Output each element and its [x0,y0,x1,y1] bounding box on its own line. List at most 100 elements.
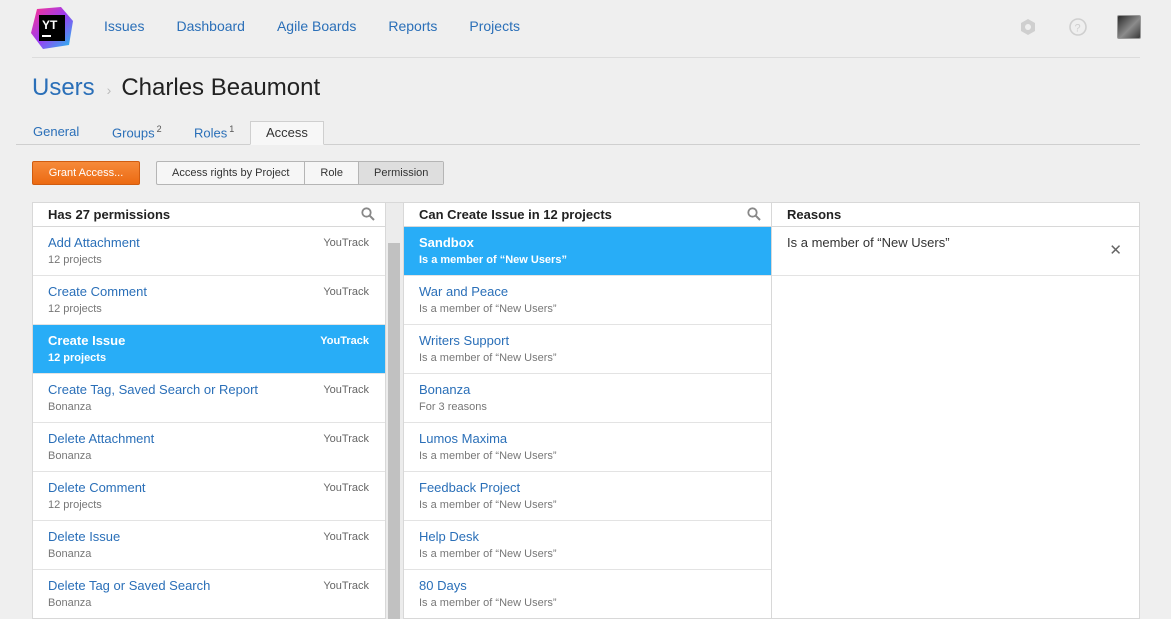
project-name: Feedback Project [419,480,521,495]
permission-name: Delete Comment [48,480,146,495]
permissions-header-label: Has 27 permissions [48,207,171,222]
permission-source: YouTrack [323,531,369,543]
main-nav: Issues Dashboard Agile Boards Reports Pr… [104,18,552,34]
tab-count: 1 [229,124,235,134]
breadcrumb: Users › Charles Beaumont [32,74,320,102]
tab-groups[interactable]: Groups 2 [112,124,162,140]
reason-row: Is a member of “New Users” ✕ [772,227,1139,276]
nav-issues[interactable]: Issues [104,18,144,34]
permissions-scrollbar[interactable] [386,202,403,619]
view-mode-switch: Access rights by Project Role Permission [156,161,445,185]
permission-name: Create Tag, Saved Search or Report [48,382,259,397]
permission-name: Delete Tag or Saved Search [48,578,211,593]
permission-source: YouTrack [323,580,369,592]
svg-text:?: ? [1075,23,1081,35]
permission-scope: 12 projects [48,254,102,266]
permission-scope: 12 projects [48,303,102,315]
help-icon[interactable]: ? [1067,16,1089,38]
youtrack-logo[interactable]: YT [31,7,73,49]
tab-access[interactable]: Access [250,121,324,145]
nav-dashboard[interactable]: Dashboard [176,18,245,34]
project-row[interactable]: Help Desk Is a member of “New Users” [404,521,771,570]
top-icons: ? [989,15,1141,39]
close-icon[interactable]: ✕ [1109,241,1122,259]
permission-scope: Bonanza [48,548,92,560]
search-icon[interactable] [361,207,375,221]
search-icon[interactable] [747,207,761,221]
projects-panel: Can Create Issue in 12 projects Sandbox I… [403,202,772,619]
page-title: Charles Beaumont [121,74,321,101]
permission-scope: Bonanza [48,597,92,609]
permission-source: YouTrack [320,335,369,347]
project-row[interactable]: 80 Days Is a member of “New Users” [404,570,771,618]
mode-role[interactable]: Role [305,162,359,184]
permissions-header: Has 27 permissions [33,203,385,227]
project-reason: Is a member of “New Users” [419,548,557,560]
project-name: Lumos Maxima [419,431,508,446]
tab-label: Roles [194,125,228,141]
permission-row[interactable]: Add Attachment 12 projects YouTrack [33,227,385,276]
permission-source: YouTrack [323,286,369,298]
permission-source: YouTrack [323,384,369,396]
permission-name: Delete Attachment [48,431,155,446]
settings-icon[interactable] [1017,16,1039,38]
reasons-header: Reasons [772,203,1139,227]
permission-scope: Bonanza [48,450,92,462]
permission-source: YouTrack [323,237,369,249]
logo-text: YT [42,18,58,32]
permission-row[interactable]: Delete Attachment Bonanza YouTrack [33,423,385,472]
tab-general[interactable]: General [33,124,79,139]
project-reason: Is a member of “New Users” [419,254,567,266]
project-name: Writers Support [419,333,510,348]
reason-text: Is a member of “New Users” [787,235,950,250]
permission-scope: Bonanza [48,401,92,413]
tab-bar: General Groups 2 Roles 1 Access [16,121,1140,145]
project-row[interactable]: Writers Support Is a member of “New Users… [404,325,771,374]
project-name: 80 Days [419,578,467,593]
permission-row-selected[interactable]: Create Issue 12 projects YouTrack [33,325,385,374]
tab-label: General [33,124,80,139]
permission-row[interactable]: Delete Tag or Saved Search Bonanza YouTrac… [33,570,385,618]
grant-access-button[interactable]: Grant Access... [32,161,140,185]
permission-row[interactable]: Create Comment 12 projects YouTrack [33,276,385,325]
permission-source: YouTrack [323,482,369,494]
project-reason: For 3 reasons [419,401,487,413]
project-name: Sandbox [419,235,474,250]
tab-label: Access [266,125,308,140]
scrollbar-thumb[interactable] [388,243,400,619]
project-row[interactable]: War and Peace Is a member of “New Users” [404,276,771,325]
permission-scope: 12 projects [48,499,102,511]
project-reason: Is a member of “New Users” [419,450,557,462]
project-name: War and Peace [419,284,509,299]
permission-row[interactable]: Create Tag, Saved Search or Report Bonanz… [33,374,385,423]
project-reason: Is a member of “New Users” [419,352,557,364]
projects-header-label: Can Create Issue in 12 projects [419,207,612,222]
project-row[interactable]: Feedback Project Is a member of “New User… [404,472,771,521]
permission-source: YouTrack [323,433,369,445]
mode-permission[interactable]: Permission [359,162,444,184]
breadcrumb-users-link[interactable]: Users [32,74,95,102]
project-row[interactable]: Bonanza For 3 reasons [404,374,771,423]
tab-label: Groups [112,125,155,141]
nav-projects[interactable]: Projects [469,18,520,34]
permission-name: Create Comment [48,284,147,299]
breadcrumb-separator: › [106,82,112,98]
tab-roles[interactable]: Roles 1 [194,124,234,140]
reasons-panel: Reasons Is a member of “New Users” ✕ [771,202,1140,619]
permission-row[interactable]: Delete Comment 12 projects YouTrack [33,472,385,521]
permission-row[interactable]: Delete Issue Bonanza YouTrack [33,521,385,570]
user-avatar[interactable] [1117,15,1141,39]
top-bar: YT Issues Dashboard Agile Boards Reports… [0,0,1171,58]
permission-scope: 12 projects [48,352,107,364]
projects-header: Can Create Issue in 12 projects [404,203,771,227]
mode-by-project[interactable]: Access rights by Project [157,162,306,184]
project-name: Help Desk [419,529,479,544]
permission-name: Add Attachment [48,235,140,250]
nav-reports[interactable]: Reports [388,18,437,34]
project-row[interactable]: Lumos Maxima Is a member of “New Users” [404,423,771,472]
nav-agile-boards[interactable]: Agile Boards [277,18,356,34]
reasons-header-label: Reasons [787,207,842,222]
project-reason: Is a member of “New Users” [419,499,557,511]
project-row-selected[interactable]: Sandbox Is a member of “New Users” [404,227,771,276]
project-name: Bonanza [419,382,471,397]
